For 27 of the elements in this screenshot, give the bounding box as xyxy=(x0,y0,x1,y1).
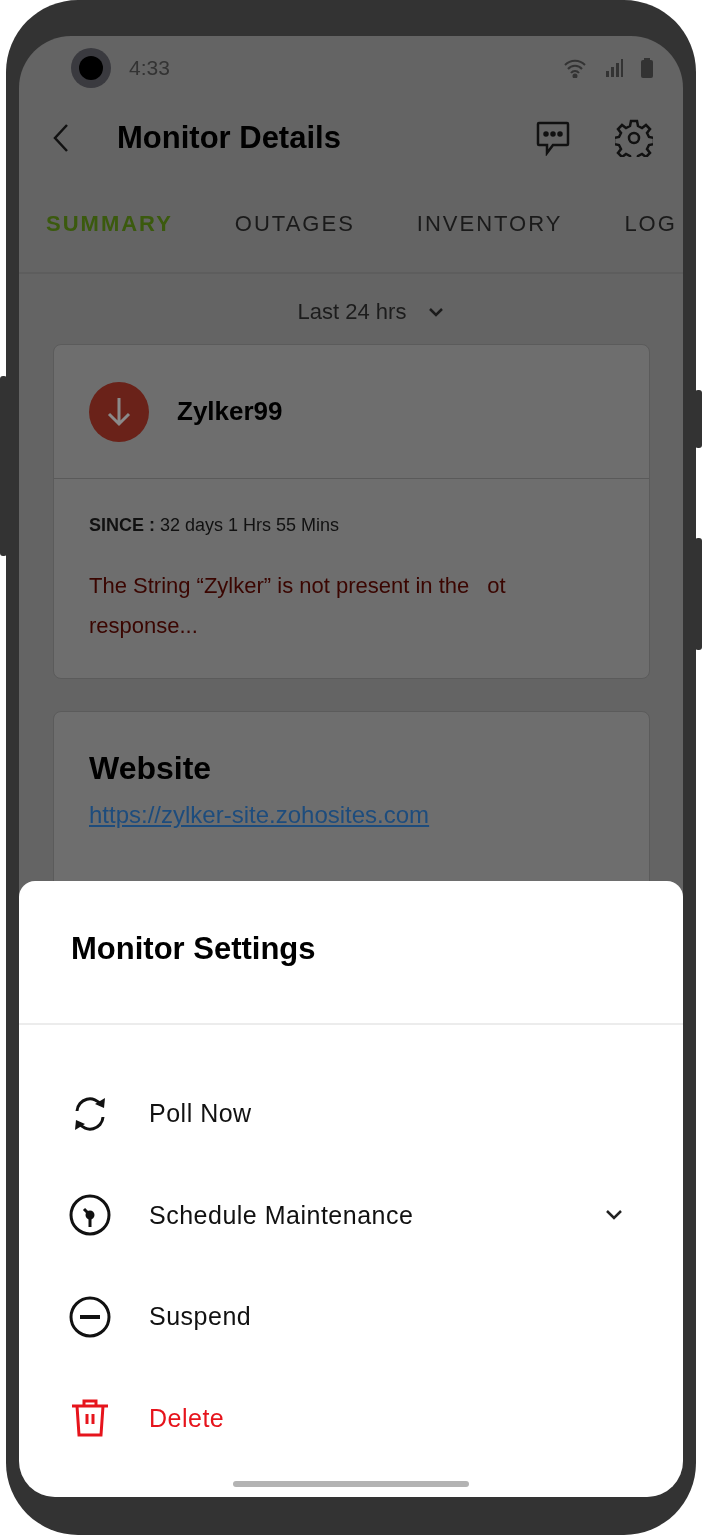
chevron-down-icon xyxy=(605,1209,623,1222)
monitor-name: Zylker99 xyxy=(177,396,283,427)
menu-item[interactable]: Suspend xyxy=(19,1266,683,1368)
url-link[interactable]: https://zylker-site.zohosites.com xyxy=(89,801,430,828)
tab[interactable]: OUTAGES xyxy=(234,211,355,237)
signal-icon xyxy=(605,59,623,77)
battery-icon xyxy=(641,58,653,78)
camera-icon xyxy=(71,48,111,88)
error-message-continued: response... xyxy=(89,612,199,640)
clock-icon xyxy=(69,1194,111,1237)
chat-button[interactable] xyxy=(535,120,571,156)
sheet-title: Monitor Settings xyxy=(19,881,683,1025)
since-text: SINCE : 32 days 1 Hrs 55 Mins xyxy=(89,515,341,536)
tab[interactable]: INVENTORY xyxy=(416,211,563,237)
screen-title: Monitor Details xyxy=(117,120,342,156)
chevron-down-icon xyxy=(428,307,445,317)
period-dropdown[interactable]: Last 24 hrs xyxy=(291,298,451,326)
menu-item[interactable]: Poll Now xyxy=(19,1063,683,1165)
minus-circle-icon xyxy=(69,1295,111,1338)
menu-item[interactable]: Schedule Maintenance xyxy=(19,1164,683,1266)
tab[interactable]: LOG xyxy=(624,211,677,237)
settings-button[interactable] xyxy=(615,119,653,157)
menu-item[interactable]: Delete xyxy=(19,1367,683,1469)
error-message: The String “Zylker” is not present in the ot xyxy=(89,572,507,600)
trash-icon xyxy=(69,1397,111,1440)
card-title: Website xyxy=(89,750,213,787)
wifi-icon xyxy=(563,58,587,78)
